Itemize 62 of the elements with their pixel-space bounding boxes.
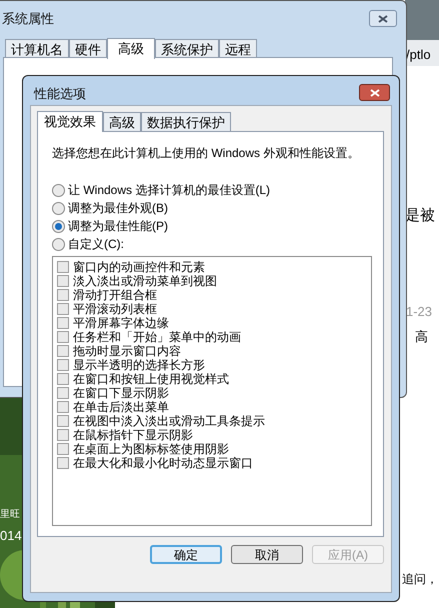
radio-option[interactable]: 调整为最佳外观(B) [52,200,383,216]
dialog-button[interactable]: 取消 [231,545,303,564]
checkbox-option[interactable]: 在视图中淡入淡出或滑动工具条提示 [57,414,371,428]
background-text: 014 [0,527,22,545]
checkbox-option[interactable]: 在单击后淡出菜单 [57,400,371,414]
checkbox[interactable] [57,359,69,371]
background-text: 追问， [402,571,438,588]
radio-button[interactable] [52,238,65,250]
checkbox-option[interactable]: 平滑滚动列表框 [57,302,371,316]
checkbox[interactable] [57,373,69,385]
checkbox[interactable] [57,457,69,469]
close-button[interactable] [359,84,390,101]
checkbox[interactable] [57,443,69,455]
checkbox[interactable] [57,387,69,399]
window-title: 系统属性 [2,10,54,28]
checkbox[interactable] [57,261,69,273]
background-text: 1-23 [406,303,432,321]
tab[interactable]: 计算机名 [5,39,69,58]
background-text: 里旺 [0,508,20,522]
dialog-button[interactable]: 确定 [150,545,222,564]
checkbox-option[interactable]: 在窗口和按钮上使用视觉样式 [57,372,371,386]
tab[interactable]: 远程 [219,39,257,58]
window-title: 性能选项 [34,85,86,103]
radio-button[interactable] [52,220,65,232]
background-text: 高 [415,328,428,346]
tab[interactable]: 硬件 [69,39,107,58]
checkbox[interactable] [57,317,69,329]
tab[interactable]: 系统保护 [155,39,219,58]
radio-option[interactable]: 调整为最佳性能(P) [52,218,383,234]
background-text: /ptlo [406,46,431,64]
radio-option[interactable]: 自定义(C): [52,236,383,252]
background-text: 是被 [405,206,435,226]
checkbox-option[interactable]: 在窗口下显示阴影 [57,386,371,400]
checkbox[interactable] [57,289,69,301]
checkbox-option[interactable]: 窗口内的动画控件和元素 [57,260,371,274]
checkbox[interactable] [57,303,69,315]
checkbox-option[interactable]: 淡入淡出或滑动菜单到视图 [57,274,371,288]
checkbox[interactable] [57,331,69,343]
checkbox[interactable] [57,345,69,357]
checkbox[interactable] [57,401,69,413]
checkbox-option[interactable]: 滑动打开组合框 [57,288,371,302]
checkbox-option[interactable]: 平滑屏幕字体边缘 [57,316,371,330]
checkbox[interactable] [57,429,69,441]
close-icon [370,88,380,96]
checkbox[interactable] [57,415,69,427]
checkbox-option[interactable]: 在最大化和最小化时动态显示窗口 [57,456,371,470]
checkbox-option[interactable]: 任务栏和「开始」菜单中的动画 [57,330,371,344]
checkbox-option[interactable]: 在桌面上为图标标签使用阴影 [57,442,371,456]
close-icon [378,14,388,22]
checkbox-option[interactable]: 显示半透明的选择长方形 [57,358,371,372]
checkbox-option[interactable]: 在鼠标指针下显示阴影 [57,428,371,442]
tab[interactable]: 数据执行保护 [141,112,231,131]
radio-button[interactable] [52,184,65,196]
close-button[interactable] [369,10,397,27]
checkbox-option[interactable]: 拖动时显示窗口内容 [57,344,371,358]
tab[interactable]: 高级 [103,112,141,131]
tab[interactable]: 视觉效果 [37,111,103,132]
radio-option[interactable]: 让 Windows 选择计算机的最佳设置(L) [52,182,383,198]
checkbox[interactable] [57,275,69,287]
radio-button[interactable] [52,202,65,214]
description-text: 选择您想在此计算机上使用的 Windows 外观和性能设置。 [52,145,360,162]
tab[interactable]: 高级 [107,38,155,59]
